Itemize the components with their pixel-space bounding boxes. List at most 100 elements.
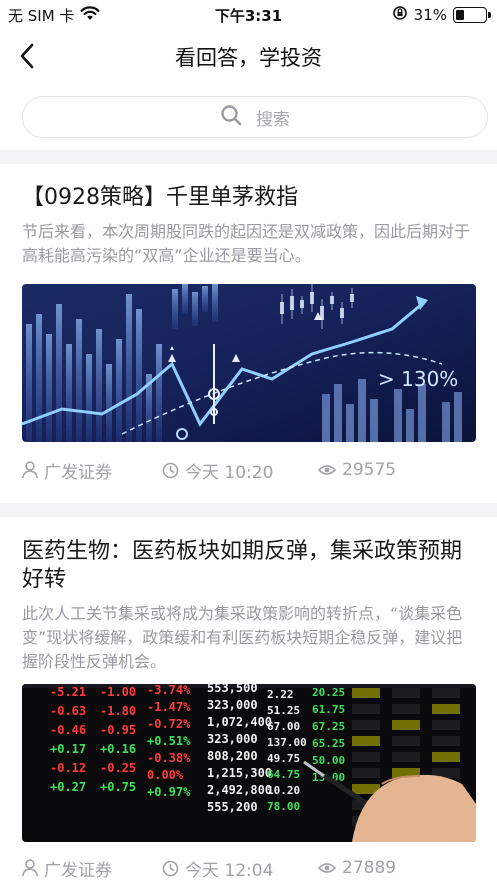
board-tile bbox=[352, 752, 380, 762]
article-title: 医药生物：医药板块如期反弹，集采政策预期好转 bbox=[22, 539, 463, 592]
board-value: 323,000 bbox=[207, 698, 258, 712]
board-value: 0.00% bbox=[147, 768, 184, 782]
board-value: -0.63 bbox=[50, 704, 86, 718]
board-tile bbox=[392, 736, 420, 746]
section-divider bbox=[0, 503, 497, 517]
board-tile bbox=[432, 752, 460, 762]
meta-views: 29575 bbox=[318, 460, 396, 480]
board-tile bbox=[432, 736, 460, 746]
board-tile bbox=[392, 704, 420, 714]
board-value: 64.75 bbox=[267, 768, 300, 781]
article-thumbnail: -5.21 -0.63 -0.46 +0.17 -0.12 +0.27 -1.00 -1.80… bbox=[22, 684, 476, 842]
eye-icon bbox=[318, 863, 336, 873]
article-title: 【0928策略】千里单茅救指 bbox=[22, 185, 298, 210]
time-label: 今天 12:04 bbox=[185, 860, 274, 881]
board-tile bbox=[352, 768, 380, 778]
finance-city-chart-image: > 130% bbox=[22, 284, 476, 442]
orientation-lock-icon bbox=[392, 5, 408, 25]
board-tile bbox=[432, 704, 460, 714]
board-value: 49.75 bbox=[267, 752, 300, 765]
article-card[interactable]: 医药生物：医药板块如期反弹，集采政策预期好转 此次人工关节集采或将成为集采政策影… bbox=[22, 538, 476, 883]
search-placeholder: 搜索 bbox=[256, 109, 290, 130]
board-value: 50.00 bbox=[312, 754, 345, 767]
board-value: 61.75 bbox=[312, 703, 345, 716]
meta-time: 今天 10:20 bbox=[162, 458, 318, 483]
board-value: 1,072,400 bbox=[207, 715, 272, 729]
board-value: -0.25 bbox=[100, 761, 136, 775]
board-value: 137.00 bbox=[267, 736, 307, 749]
clock-icon bbox=[162, 860, 179, 876]
board-tile bbox=[432, 688, 460, 698]
source-label: 广发证券 bbox=[44, 462, 112, 483]
user-icon bbox=[22, 461, 38, 479]
board-value: -1.00 bbox=[100, 685, 136, 699]
board-value: 78.00 bbox=[267, 800, 300, 813]
board-value: -1.47% bbox=[147, 700, 191, 714]
battery-icon bbox=[453, 7, 491, 23]
board-value: 2.22 bbox=[267, 688, 294, 701]
meta-source: 广发证券 bbox=[22, 458, 162, 483]
board-value: +0.17 bbox=[50, 742, 86, 756]
board-value: 323,000 bbox=[207, 732, 258, 746]
board-value: +0.16 bbox=[100, 742, 136, 756]
board-value: +0.51% bbox=[147, 734, 191, 748]
source-label: 广发证券 bbox=[44, 860, 112, 881]
board-value: -1.80 bbox=[100, 704, 136, 718]
board-value: +0.97% bbox=[147, 785, 191, 799]
user-icon bbox=[22, 859, 38, 877]
board-value: -0.12 bbox=[50, 761, 86, 775]
time-label: 今天 10:20 bbox=[185, 462, 274, 483]
status-bar: 无 SIM 卡 下午3:31 31% bbox=[0, 0, 497, 30]
views-label: 27889 bbox=[342, 858, 397, 878]
board-value: 51.25 bbox=[267, 704, 300, 717]
board-tile bbox=[352, 720, 380, 730]
stock-board-image: -5.21 -0.63 -0.46 +0.17 -0.12 +0.27 -1.00 -1.80… bbox=[22, 684, 476, 842]
article-card[interactable]: 【0928策略】千里单茅救指 节后来看，本次周期股同跌的起因还是双减政策，因此后… bbox=[22, 184, 476, 500]
board-tile bbox=[392, 720, 420, 730]
board-value: 65.25 bbox=[312, 737, 345, 750]
board-value: 1,215,300 bbox=[207, 766, 272, 780]
board-tile bbox=[432, 720, 460, 730]
page-title: 看回答，学投资 bbox=[175, 46, 322, 70]
board-value: -3.74% bbox=[147, 684, 191, 697]
search-icon bbox=[220, 104, 242, 130]
meta-source: 广发证券 bbox=[22, 856, 162, 881]
article-meta: 广发证券 今天 12:04 27889 bbox=[22, 856, 476, 881]
board-value: 555,200 bbox=[207, 800, 258, 814]
battery-percent: 31% bbox=[413, 6, 447, 24]
meta-time: 今天 12:04 bbox=[162, 856, 318, 881]
battery-group: 31% bbox=[392, 5, 491, 25]
board-tile bbox=[392, 688, 420, 698]
board-value: -0.38% bbox=[147, 751, 191, 765]
article-meta: 广发证券 今天 10:20 29575 bbox=[22, 458, 476, 483]
board-value: -5.21 bbox=[50, 685, 86, 699]
eye-icon bbox=[318, 465, 336, 475]
search-input[interactable]: 搜索 bbox=[22, 96, 488, 138]
board-value: -0.95 bbox=[100, 723, 136, 737]
board-value: 808,200 bbox=[207, 749, 258, 763]
section-divider bbox=[0, 150, 497, 164]
board-value: 67.00 bbox=[267, 720, 300, 733]
board-value: 10.20 bbox=[267, 784, 300, 797]
image-label: > 130% bbox=[378, 367, 458, 391]
board-value: +0.75 bbox=[100, 780, 136, 794]
views-label: 29575 bbox=[342, 460, 397, 480]
board-value: 67.25 bbox=[312, 720, 345, 733]
board-tile bbox=[352, 704, 380, 714]
board-tile bbox=[352, 736, 380, 746]
board-value: -0.72% bbox=[147, 717, 191, 731]
board-value: -0.46 bbox=[50, 723, 86, 737]
board-tile bbox=[392, 752, 420, 762]
battery-level bbox=[456, 10, 465, 20]
article-thumbnail: > 130% bbox=[22, 284, 476, 442]
clock-icon bbox=[162, 462, 179, 478]
board-value: 20.25 bbox=[312, 686, 345, 699]
board-value: 2,492,800 bbox=[207, 783, 272, 797]
navigation-bar: 看回答，学投资 bbox=[0, 30, 497, 82]
article-summary: 节后来看，本次周期股同跌的起因还是双减政策，因此后期对于高耗能高污染的“双高”企… bbox=[22, 222, 471, 265]
article-summary: 此次人工关节集采或将成为集采政策影响的转折点，“谈集采色变”现状将缓解，政策缓和… bbox=[22, 604, 463, 671]
board-value: +0.27 bbox=[50, 780, 86, 794]
board-tile bbox=[352, 688, 380, 698]
meta-views: 27889 bbox=[318, 858, 396, 878]
board-value: 553,500 bbox=[207, 684, 258, 695]
